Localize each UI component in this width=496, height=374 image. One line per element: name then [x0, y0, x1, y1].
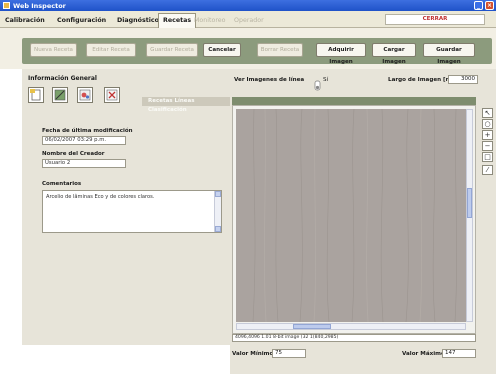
ver-lineas-value: Sí [323, 77, 329, 83]
guardar-receta-button[interactable]: Guardar Receta [146, 43, 198, 57]
line-tool-icon[interactable]: ⁄ [482, 165, 493, 175]
tab-operador[interactable]: Operador [230, 14, 268, 27]
nueva-receta-button[interactable]: Nueva Receta [30, 43, 77, 57]
fecha-label: Fecha de última modificación [42, 128, 133, 134]
window-title: Web Inspector [13, 1, 66, 10]
cargar-imagen-button[interactable]: Cargar Imagen [372, 43, 416, 65]
viewer-vertical-scrollbar[interactable] [466, 109, 473, 322]
ver-lineas-toggle-icon[interactable] [314, 80, 321, 91]
creador-field[interactable]: Usuario 2 [42, 159, 126, 168]
zoom-in-icon[interactable]: + [482, 130, 493, 140]
general-info-heading: Información General [28, 75, 97, 82]
image-panel: Ver Imagenes de línea Sí Largo de Imagen… [230, 69, 496, 374]
image-status-bar: 4096,4096 1.01 8-bit image (32 1(840,298… [232, 334, 476, 342]
close-window-button[interactable]: × [485, 1, 494, 10]
scroll-up-arrow-icon[interactable] [215, 191, 221, 197]
image-settings-icon[interactable] [77, 87, 93, 103]
tab-diagnostico[interactable]: Diagnóstico [113, 14, 163, 27]
wood-image [236, 109, 466, 322]
tab-configuracion[interactable]: Configuración [53, 14, 110, 27]
tab-calibracion[interactable]: Calibración [1, 14, 49, 27]
comentarios-scrollbar[interactable] [214, 191, 221, 232]
adquirir-imagen-button[interactable]: Adquirir Imagen [316, 43, 366, 65]
valor-minimo-label: Valor Mínimo: [232, 351, 276, 357]
cancelar-button[interactable]: Cancelar [203, 43, 241, 57]
image-edit-icon[interactable] [52, 87, 68, 103]
valor-maximo-field[interactable]: 147 [442, 349, 476, 358]
pointer-tool-icon[interactable]: ↖ [482, 108, 493, 118]
valor-maximo-label: Valor Máximo: [402, 351, 448, 357]
circle-tool-icon[interactable]: ○ [482, 119, 493, 129]
fecha-field[interactable]: 06/02/2007 03:29 p.m. [42, 136, 126, 145]
minimize-button[interactable]: _ [474, 1, 483, 10]
recetas-clasificacion-link[interactable]: Recetas Líneas Clasificación [142, 97, 230, 113]
vertical-scroll-thumb[interactable] [467, 188, 472, 218]
horizontal-scroll-thumb[interactable] [293, 324, 331, 329]
new-document-icon[interactable] [28, 87, 44, 103]
title-bar: Web Inspector _ × [0, 0, 496, 11]
tab-monitoreo[interactable]: Monitoreo [190, 14, 230, 27]
menu-bar: Calibración Configuración Diagnóstico Re… [0, 11, 496, 28]
comentarios-label: Comentarios [42, 181, 82, 187]
general-info-panel: Información General Recetas Líneas Clasi… [22, 69, 230, 345]
comentarios-text: Arcelio de lâminas Eco y de colores clar… [46, 194, 155, 200]
largo-field[interactable]: 3000 [448, 75, 478, 84]
comentarios-textarea[interactable]: Arcelio de lâminas Eco y de colores clar… [42, 190, 222, 233]
zoom-out-icon[interactable]: − [482, 141, 493, 151]
cerrar-button[interactable]: CERRAR [385, 14, 485, 25]
borrar-receta-button[interactable]: Borrar Receta [257, 43, 303, 57]
editar-receta-button[interactable]: Editar Receta [86, 43, 136, 57]
guardar-imagen-button[interactable]: Guardar Imagen [423, 43, 475, 65]
scroll-down-arrow-icon[interactable] [215, 226, 221, 232]
toolbar: Nueva Receta Editar Receta Guardar Recet… [0, 28, 496, 69]
rectangle-tool-icon[interactable]: □ [482, 152, 493, 162]
viewer-horizontal-scrollbar[interactable] [236, 323, 466, 330]
classification-icon[interactable] [104, 87, 120, 103]
app-icon [3, 2, 10, 9]
viewer-tool-strip: ↖ ○ + − □ ⁄ [482, 108, 494, 176]
wood-grain-image [236, 109, 466, 322]
viewer-header-strip [232, 97, 476, 105]
creador-label: Nombre del Creador [42, 151, 105, 157]
ver-lineas-label: Ver Imagenes de línea [234, 77, 305, 83]
image-viewer[interactable] [232, 105, 476, 334]
valor-minimo-field[interactable]: 75 [272, 349, 306, 358]
